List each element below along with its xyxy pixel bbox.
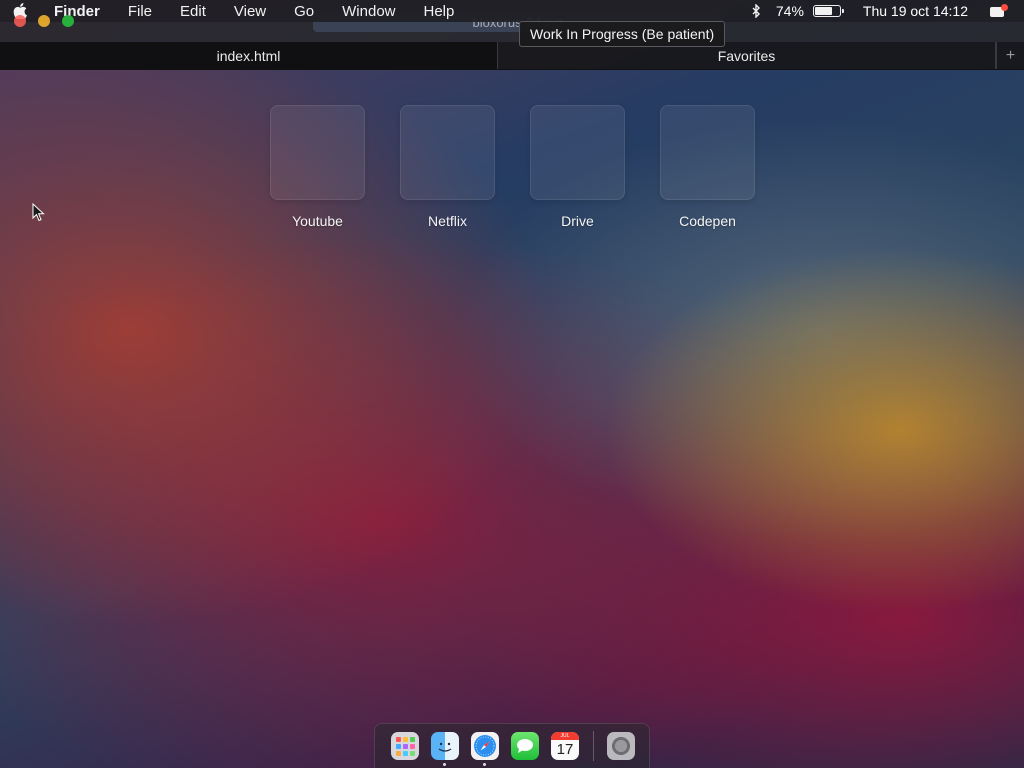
favorite-label: Codepen <box>679 213 736 229</box>
tab-bar: index.html Favorites + <box>0 42 1024 70</box>
finder-icon[interactable] <box>431 732 459 766</box>
running-indicator <box>483 763 486 766</box>
favorite-tile[interactable] <box>270 105 365 200</box>
favorite-tile[interactable] <box>660 105 755 200</box>
battery-icon[interactable] <box>812 5 844 17</box>
tab-index-html[interactable]: index.html <box>0 42 498 69</box>
favorite-drive[interactable]: Drive <box>530 105 625 229</box>
running-indicator <box>443 763 446 766</box>
calendar-day: 17 <box>556 741 574 758</box>
calendar-month: JUL <box>551 732 579 740</box>
favorite-codepen[interactable]: Codepen <box>660 105 755 229</box>
zoom-window-button[interactable] <box>62 15 74 27</box>
new-tab-button[interactable]: + <box>996 42 1024 69</box>
notification-center-icon[interactable] <box>990 4 1008 18</box>
calendar-icon[interactable]: JUL 17 <box>551 732 579 760</box>
favorite-netflix[interactable]: Netflix <box>400 105 495 229</box>
battery-percent: 74% <box>775 3 804 19</box>
menu-window[interactable]: Window <box>328 3 409 20</box>
menu-bar: Finder File Edit View Go Window Help 74%… <box>0 0 1024 22</box>
battery-level-fill <box>814 7 833 15</box>
tooltip: Work In Progress (Be patient) <box>519 21 726 47</box>
bluetooth-icon[interactable] <box>742 4 772 18</box>
safari-icon[interactable] <box>471 732 499 766</box>
favorite-tile[interactable] <box>530 105 625 200</box>
dock-separator <box>593 731 594 761</box>
favorite-youtube[interactable]: Youtube <box>270 105 365 229</box>
favorite-label: Youtube <box>292 213 343 229</box>
system-settings-icon[interactable] <box>607 732 635 760</box>
favorite-label: Drive <box>561 213 594 229</box>
favorites-grid: Youtube Netflix Drive Codepen <box>270 105 755 229</box>
minimize-window-button[interactable] <box>38 15 50 27</box>
favorite-label: Netflix <box>428 213 467 229</box>
dock: JUL 17 <box>374 723 650 768</box>
close-window-button[interactable] <box>14 15 26 27</box>
menu-help[interactable]: Help <box>410 3 469 20</box>
launchpad-icon[interactable] <box>391 732 419 760</box>
menu-go[interactable]: Go <box>280 3 328 20</box>
status-area: 74% Thu 19 oct 14:12 <box>742 0 1024 22</box>
menu-edit[interactable]: Edit <box>166 3 220 20</box>
window-controls <box>14 15 74 27</box>
notification-dot <box>1001 4 1008 11</box>
menu-view[interactable]: View <box>220 3 280 20</box>
clock[interactable]: Thu 19 oct 14:12 <box>863 3 968 19</box>
menu-file[interactable]: File <box>114 3 166 20</box>
mouse-cursor-icon <box>32 203 45 222</box>
messages-icon[interactable] <box>511 732 539 760</box>
favorite-tile[interactable] <box>400 105 495 200</box>
